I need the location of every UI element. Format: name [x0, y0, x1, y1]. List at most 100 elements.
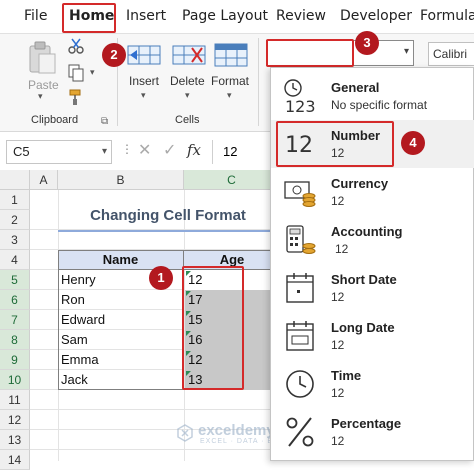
delete-cells-icon[interactable] — [172, 42, 206, 68]
copy-chevron-down-icon[interactable]: ▾ — [90, 68, 95, 78]
format-option-name: Short Date — [331, 272, 397, 287]
number-format-highlight — [266, 39, 354, 67]
format-option-example: 12 — [331, 434, 345, 448]
format-option-general[interactable]: 123 General No specific format — [271, 72, 474, 120]
row-header-9[interactable]: 9 — [0, 350, 30, 370]
general-123-icon: 123 — [284, 79, 316, 114]
format-chevron-down-icon[interactable]: ▾ — [227, 91, 232, 101]
watermark-brand: exceldemy — [198, 422, 275, 439]
insert-function-fx-icon[interactable]: fx — [187, 141, 201, 159]
cancel-x-icon[interactable]: ✕ — [138, 140, 151, 159]
cell-name[interactable]: Ron — [58, 290, 184, 310]
insert-button-label[interactable]: Insert — [129, 74, 159, 88]
format-option-name: Accounting — [331, 224, 403, 239]
format-option-long-date[interactable]: Long Date 12 — [271, 312, 474, 360]
format-option-accounting[interactable]: Accounting 12 — [271, 216, 474, 264]
home-tab-highlight — [62, 3, 116, 33]
row-header-1[interactable]: 1 — [0, 190, 30, 210]
dialog-launcher-icon[interactable]: ⧉ — [101, 116, 108, 127]
format-option-name: Currency — [331, 176, 389, 191]
row-header-6[interactable]: 6 — [0, 290, 30, 310]
select-all-corner[interactable] — [0, 170, 30, 190]
ribbon-divider — [258, 38, 259, 126]
row-header-4[interactable]: 4 — [0, 250, 30, 270]
format-option-name: Time — [331, 368, 362, 383]
delete-button-label[interactable]: Delete — [170, 74, 205, 88]
format-option-name: Percentage — [331, 416, 402, 431]
age-range-highlight — [182, 266, 244, 390]
row-header-11[interactable]: 11 — [0, 390, 30, 410]
accounting-icon — [286, 225, 316, 254]
tab-review[interactable]: Review — [276, 8, 326, 24]
format-option-name: General — [331, 80, 380, 95]
format-option-example: 12 — [331, 290, 345, 304]
svg-text:123: 123 — [285, 97, 316, 114]
cut-scissors-icon[interactable] — [68, 38, 84, 54]
copy-icon[interactable] — [68, 64, 84, 82]
percent-icon — [286, 417, 314, 447]
row-header-2[interactable]: 2 — [0, 210, 30, 230]
clock-icon — [286, 370, 314, 398]
column-header-c[interactable]: C — [184, 170, 280, 190]
format-option-example: 12 — [331, 338, 345, 352]
row-header-3[interactable]: 3 — [0, 230, 30, 250]
cell-name[interactable]: Sam — [58, 330, 184, 350]
tab-file[interactable]: File — [24, 8, 47, 24]
paste-chevron-down-icon[interactable]: ▾ — [38, 92, 43, 102]
row-header-7[interactable]: 7 — [0, 310, 30, 330]
format-option-example: 12 — [331, 194, 345, 208]
cell-name[interactable]: Jack — [58, 370, 184, 390]
row-header-13[interactable]: 13 — [0, 430, 30, 450]
watermark-tagline: EXCEL · DATA · BI — [200, 438, 276, 445]
format-option-currency[interactable]: Currency 12 — [271, 168, 474, 216]
format-option-percentage[interactable]: Percentage 12 — [271, 408, 474, 456]
format-option-name: Long Date — [331, 320, 395, 335]
row-header-5[interactable]: 5 — [0, 270, 30, 290]
name-box[interactable]: C5 ▾ — [6, 140, 112, 164]
more-dots-icon: ⋮ — [121, 142, 133, 156]
cell-name[interactable]: Emma — [58, 350, 184, 370]
cells-group-label: Cells — [175, 114, 200, 126]
delete-chevron-down-icon[interactable]: ▾ — [185, 91, 190, 101]
tab-page-layout[interactable]: Page Layout — [182, 8, 268, 24]
tab-developer[interactable]: Developer — [340, 8, 412, 24]
tab-insert[interactable]: Insert — [126, 8, 166, 24]
row-header-12[interactable]: 12 — [0, 410, 30, 430]
row-header-10[interactable]: 10 — [0, 370, 30, 390]
font-name-box[interactable]: Calibri — [428, 42, 474, 66]
column-header-b[interactable]: B — [58, 170, 184, 190]
step-badge-2: 2 — [102, 43, 126, 67]
format-option-example: No specific format — [331, 98, 428, 112]
row-header-8[interactable]: 8 — [0, 330, 30, 350]
cell-name[interactable]: Edward — [58, 310, 184, 330]
insert-chevron-down-icon[interactable]: ▾ — [141, 91, 146, 101]
name-box-value: C5 — [13, 144, 30, 159]
name-box-chevron-down-icon[interactable]: ▾ — [102, 141, 107, 163]
formula-value: 12 — [223, 144, 238, 159]
format-option-short-date[interactable]: Short Date 12 — [271, 264, 474, 312]
format-button-label[interactable]: Format — [211, 74, 249, 88]
paste-label: Paste — [28, 78, 59, 92]
insert-cells-icon[interactable] — [127, 42, 161, 68]
paste-clipboard-icon — [29, 41, 56, 74]
row-header-14[interactable]: 14 — [0, 450, 30, 470]
number-format-chevron-down-icon[interactable]: ▾ — [404, 46, 409, 57]
step-badge-4: 4 — [401, 131, 425, 155]
currency-icon — [284, 181, 316, 207]
step-badge-3: 3 — [355, 31, 379, 55]
format-option-example: 12 — [335, 242, 349, 256]
step-badge-1: 1 — [149, 266, 173, 290]
sheet-title[interactable]: Changing Cell Format — [58, 206, 278, 232]
tab-formulas[interactable]: Formulas — [420, 8, 474, 24]
enter-check-icon[interactable]: ✓ — [163, 140, 176, 159]
format-painter-brush-icon[interactable] — [68, 88, 86, 106]
format-cells-icon[interactable] — [214, 42, 248, 68]
format-option-time[interactable]: Time 12 — [271, 360, 474, 408]
clipboard-group-label: Clipboard — [31, 114, 79, 126]
exceldemy-logo-icon — [177, 424, 193, 442]
column-header-a[interactable]: A — [30, 170, 58, 190]
number-option-highlight — [276, 121, 394, 167]
format-option-example: 12 — [331, 386, 345, 400]
short-date-calendar-icon — [286, 273, 314, 303]
long-date-calendar-icon — [286, 321, 314, 351]
